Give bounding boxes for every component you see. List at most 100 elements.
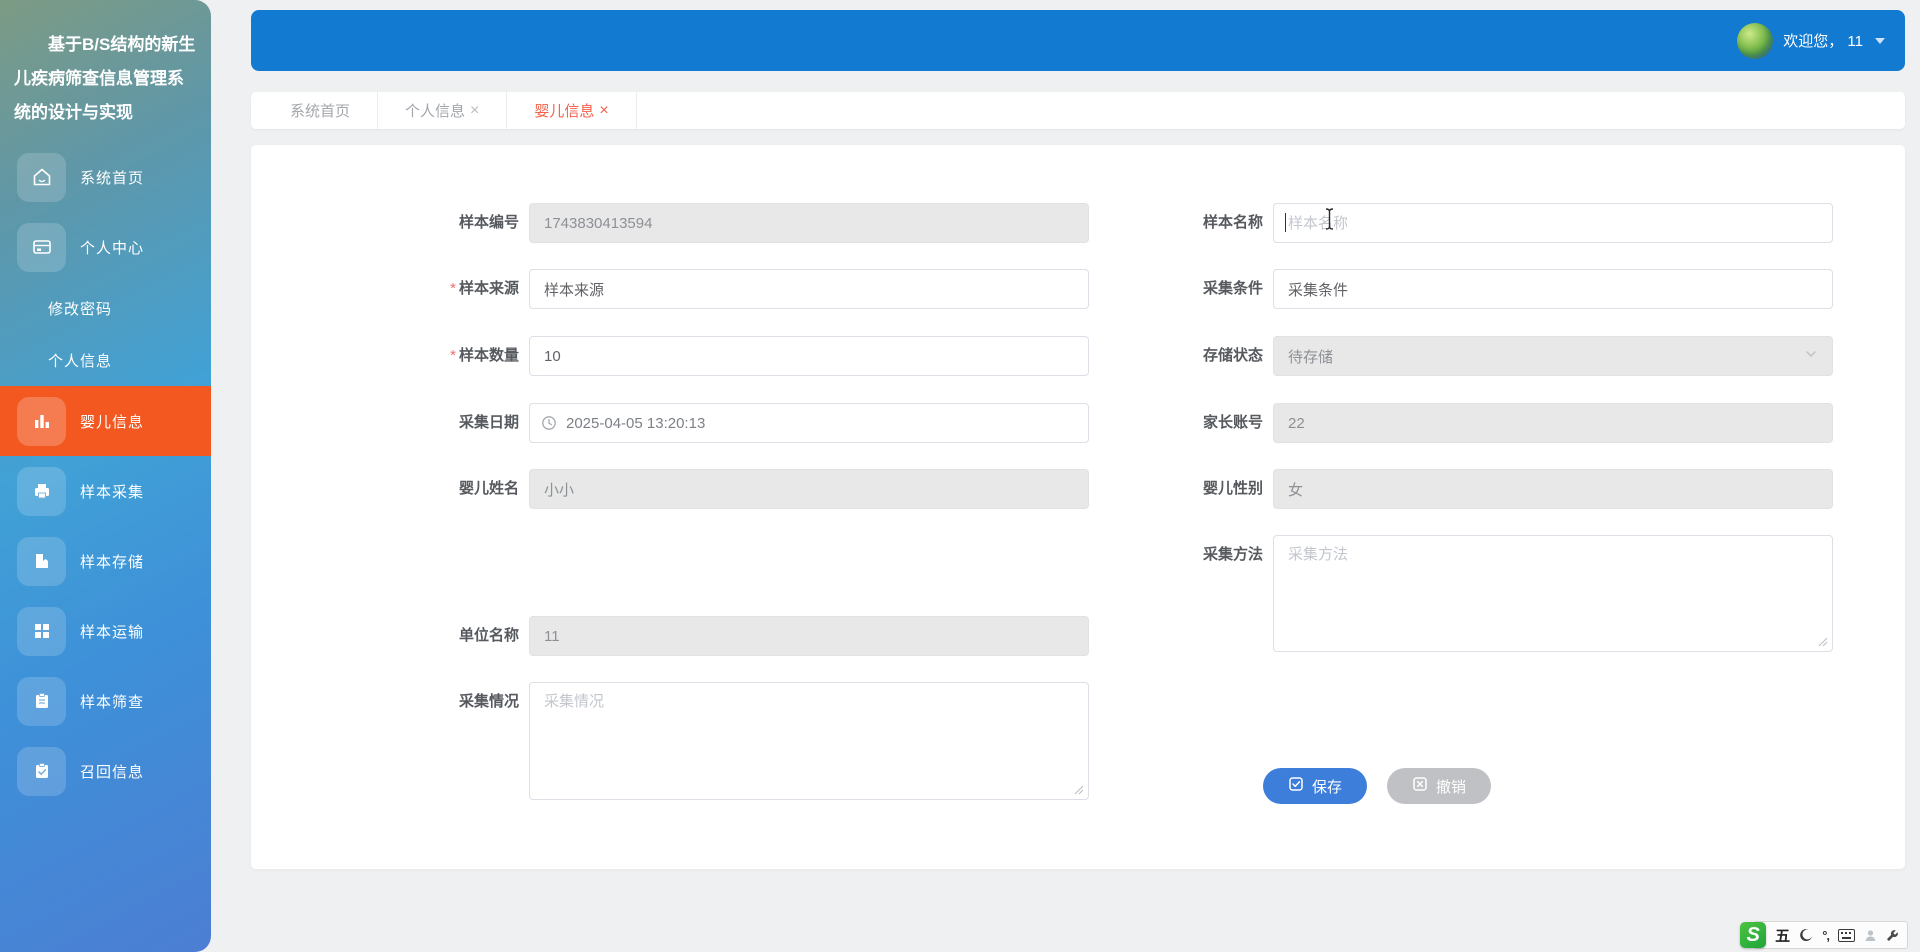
collect-condition-label: 采集条件 bbox=[1153, 269, 1263, 309]
resize-handle-icon[interactable] bbox=[1818, 634, 1828, 652]
baby-info-form-card: 样本编号 *样本来源 *样本数量 采集日期 婴儿姓名 单位名称 采集情况 bbox=[251, 145, 1905, 869]
sidebar: 基于B/S结构的新生儿疾病筛查信息管理系统的设计与实现 系统首页 个人中心 修改… bbox=[0, 0, 211, 952]
chevron-down-icon bbox=[1875, 38, 1885, 44]
collect-date-label: 采集日期 bbox=[409, 403, 519, 443]
welcome-text: 欢迎您， 11 bbox=[1783, 30, 1863, 51]
avatar[interactable] bbox=[1737, 23, 1773, 59]
form-item-collect-date: 采集日期 bbox=[409, 403, 1089, 443]
grid-icon bbox=[17, 607, 66, 656]
clipboard-icon bbox=[17, 677, 66, 726]
form-item-collect-situation: 采集情况 bbox=[409, 682, 1089, 805]
sidebar-item-sample-screening[interactable]: 样本筛查 bbox=[0, 666, 211, 736]
chevron-down-icon bbox=[1804, 347, 1818, 365]
person-icon[interactable] bbox=[1864, 929, 1877, 942]
tab-system-home[interactable]: 系统首页 bbox=[263, 92, 378, 129]
form-item-sample-qty: *样本数量 bbox=[409, 336, 1089, 376]
app-title: 基于B/S结构的新生儿疾病筛查信息管理系统的设计与实现 bbox=[0, 28, 211, 130]
form-item-unit-name: 单位名称 bbox=[409, 616, 1089, 656]
sidebar-item-sample-transport[interactable]: 样本运输 bbox=[0, 596, 211, 666]
tab-baby-info[interactable]: 婴儿信息 × bbox=[507, 92, 636, 129]
collect-condition-field[interactable] bbox=[1273, 269, 1833, 309]
form-item-storage-status: 存储状态 待存储 bbox=[1153, 336, 1833, 376]
sidebar-item-label: 系统首页 bbox=[80, 167, 144, 188]
clock-icon bbox=[541, 415, 557, 436]
close-tab-icon[interactable]: × bbox=[599, 102, 608, 120]
ime-mode-wubi[interactable]: 五 bbox=[1775, 925, 1790, 946]
user-menu[interactable]: 欢迎您， 11 bbox=[1737, 10, 1885, 71]
cancel-button[interactable]: 撤销 bbox=[1387, 768, 1491, 804]
sidebar-menu: 系统首页 个人中心 修改密码 个人信息 婴儿信息 样本采集 bbox=[0, 142, 211, 806]
username: 11 bbox=[1847, 33, 1863, 50]
punctuation-icon[interactable]: °, bbox=[1822, 928, 1829, 943]
baby-gender-label: 婴儿性别 bbox=[1153, 469, 1263, 509]
sidebar-item-sample-collect[interactable]: 样本采集 bbox=[0, 456, 211, 526]
sample-name-field[interactable] bbox=[1273, 203, 1833, 243]
resize-handle-icon[interactable] bbox=[1074, 782, 1084, 800]
parent-account-label: 家长账号 bbox=[1153, 403, 1263, 443]
clipboard-check-icon bbox=[17, 747, 66, 796]
tab-bar: 系统首页 个人信息 × 婴儿信息 × bbox=[251, 92, 1905, 129]
sample-no-label: 样本编号 bbox=[409, 203, 519, 243]
form-item-sample-source: *样本来源 bbox=[409, 269, 1089, 309]
baby-name-field bbox=[529, 469, 1089, 509]
required-mark: * bbox=[450, 280, 456, 297]
printer-icon bbox=[17, 467, 66, 516]
save-check-square-icon bbox=[1288, 776, 1304, 796]
form-item-collect-method: 采集方法 bbox=[1153, 535, 1833, 657]
form-item-sample-no: 样本编号 bbox=[409, 203, 1089, 243]
sample-source-field[interactable] bbox=[529, 269, 1089, 309]
sidebar-item-sample-storage[interactable]: 样本存储 bbox=[0, 526, 211, 596]
book-icon bbox=[17, 537, 66, 586]
form-item-collect-condition: 采集条件 bbox=[1153, 269, 1833, 309]
required-mark: * bbox=[450, 347, 456, 364]
sample-name-label: 样本名称 bbox=[1153, 203, 1263, 243]
moon-icon[interactable] bbox=[1799, 928, 1813, 942]
collect-method-field[interactable] bbox=[1273, 535, 1833, 652]
form-item-sample-name: 样本名称 bbox=[1153, 203, 1833, 243]
sogou-logo-icon[interactable]: S bbox=[1740, 922, 1766, 948]
unit-name-field bbox=[529, 616, 1089, 656]
parent-account-field bbox=[1273, 403, 1833, 443]
sidebar-item-change-password[interactable]: 修改密码 bbox=[0, 282, 211, 334]
baby-name-label: 婴儿姓名 bbox=[409, 469, 519, 509]
sidebar-item-personal-info[interactable]: 个人信息 bbox=[0, 334, 211, 386]
sidebar-item-label: 婴儿信息 bbox=[80, 411, 144, 432]
wrench-icon[interactable] bbox=[1886, 929, 1899, 942]
storage-status-label: 存储状态 bbox=[1153, 336, 1263, 376]
sidebar-item-personal-center[interactable]: 个人中心 bbox=[0, 212, 211, 282]
sidebar-item-label: 样本存储 bbox=[80, 551, 144, 572]
sidebar-item-baby-info[interactable]: 婴儿信息 bbox=[0, 386, 211, 456]
sidebar-item-system-home[interactable]: 系统首页 bbox=[0, 142, 211, 212]
form-item-baby-gender: 婴儿性别 bbox=[1153, 469, 1833, 509]
collect-method-label: 采集方法 bbox=[1153, 535, 1263, 575]
sample-qty-label: *样本数量 bbox=[409, 336, 519, 376]
top-header-bar: 欢迎您， 11 bbox=[251, 10, 1905, 71]
sample-no-field bbox=[529, 203, 1089, 243]
sidebar-item-label: 个人信息 bbox=[48, 350, 112, 371]
sidebar-item-label: 个人中心 bbox=[80, 237, 144, 258]
keyboard-icon[interactable] bbox=[1838, 929, 1855, 942]
home-icon bbox=[17, 153, 66, 202]
sample-source-label: *样本来源 bbox=[409, 269, 519, 309]
collect-situation-label: 采集情况 bbox=[409, 682, 519, 722]
sidebar-item-label: 样本运输 bbox=[80, 621, 144, 642]
save-button[interactable]: 保存 bbox=[1263, 768, 1367, 804]
collect-situation-field[interactable] bbox=[529, 682, 1089, 800]
unit-name-label: 单位名称 bbox=[409, 616, 519, 656]
form-item-baby-name: 婴儿姓名 bbox=[409, 469, 1089, 509]
storage-status-select[interactable]: 待存储 bbox=[1273, 336, 1833, 376]
sidebar-item-label: 样本采集 bbox=[80, 481, 144, 502]
tab-personal-info[interactable]: 个人信息 × bbox=[378, 92, 507, 129]
form-actions: 保存 撤销 bbox=[1263, 768, 1491, 804]
sidebar-item-label: 修改密码 bbox=[48, 298, 112, 319]
collect-date-field[interactable] bbox=[529, 403, 1089, 443]
baby-gender-field bbox=[1273, 469, 1833, 509]
close-tab-icon[interactable]: × bbox=[470, 102, 479, 120]
cancel-x-square-icon bbox=[1412, 776, 1428, 796]
form-item-parent-account: 家长账号 bbox=[1153, 403, 1833, 443]
sample-qty-field[interactable] bbox=[529, 336, 1089, 376]
idcard-icon bbox=[17, 223, 66, 272]
sidebar-item-label: 召回信息 bbox=[80, 761, 144, 782]
sidebar-item-recall-info[interactable]: 召回信息 bbox=[0, 736, 211, 806]
sidebar-item-label: 样本筛查 bbox=[80, 691, 144, 712]
